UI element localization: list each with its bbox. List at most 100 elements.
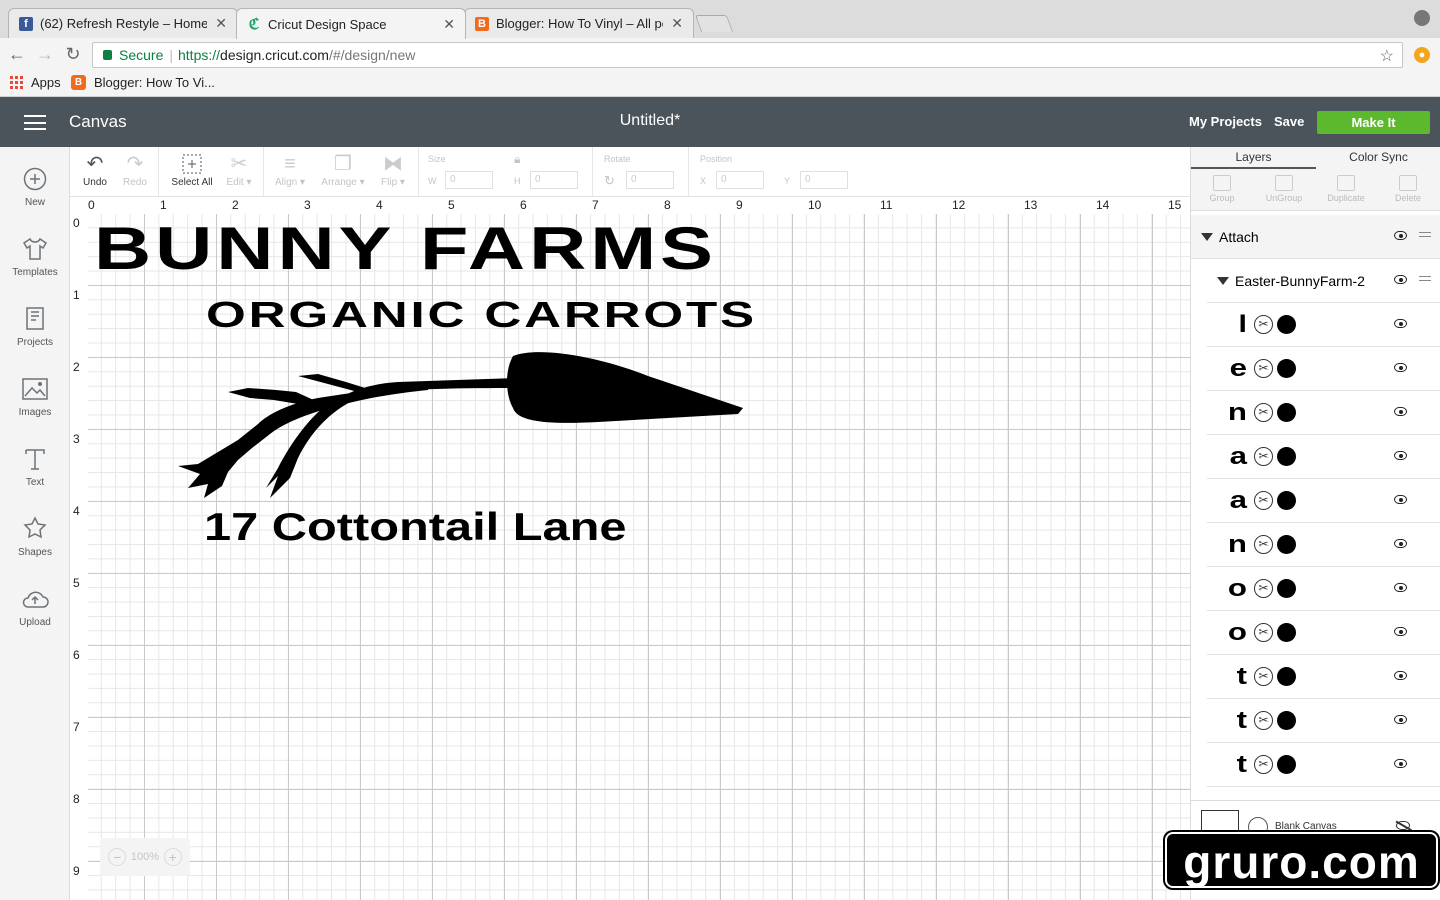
cut-operation-icon[interactable]: ✂ (1254, 579, 1273, 598)
rotate-input[interactable]: 0 (626, 171, 674, 189)
layer-color-swatch[interactable] (1277, 447, 1296, 466)
duplicate-button[interactable]: Duplicate (1315, 175, 1377, 203)
make-it-button[interactable]: Make It (1317, 111, 1430, 134)
flip-menu[interactable]: ⧓ Flip ▾ (376, 151, 410, 188)
design-text-organic-carrots[interactable]: ORGANIC CARROTS (206, 294, 757, 336)
layer-color-swatch[interactable] (1277, 623, 1296, 642)
forward-arrow-icon[interactable]: → (34, 44, 56, 65)
extension-icon[interactable]: ● (1414, 47, 1430, 63)
y-position-input[interactable]: 0 (800, 171, 848, 189)
close-tab-icon[interactable]: ✕ (215, 15, 227, 32)
my-projects-link[interactable]: My Projects (1189, 114, 1262, 129)
layer-row[interactable]: t ✂ (1207, 699, 1440, 743)
visibility-eye-icon[interactable] (1394, 583, 1407, 592)
group-button[interactable]: Group (1191, 175, 1253, 203)
sidebar-item-text[interactable]: Text (0, 445, 70, 488)
design-canvas[interactable]: BUNNY FARMS ORGANIC CARROTS 17 Cottontai… (88, 214, 1190, 900)
collapse-triangle-icon[interactable] (1201, 232, 1213, 241)
visibility-eye-icon[interactable] (1394, 363, 1407, 372)
height-input[interactable]: 0 (530, 171, 578, 189)
visibility-eye-icon[interactable] (1394, 539, 1407, 548)
document-title[interactable]: Untitled* (0, 112, 1300, 130)
sidebar-item-projects[interactable]: Projects (0, 305, 70, 348)
visibility-eye-icon[interactable] (1394, 671, 1407, 680)
cut-operation-icon[interactable]: ✂ (1254, 491, 1273, 510)
layer-row[interactable]: l ✂ (1207, 303, 1440, 347)
visibility-eye-icon[interactable] (1394, 319, 1407, 328)
layer-color-swatch[interactable] (1277, 667, 1296, 686)
browser-tab-blogger[interactable]: B Blogger: How To Vinyl – All po ✕ (464, 8, 694, 38)
visibility-eye-icon[interactable] (1394, 715, 1407, 724)
cut-operation-icon[interactable]: ✂ (1254, 535, 1273, 554)
sidebar-item-upload[interactable]: Upload (0, 585, 70, 628)
bookmark-apps[interactable]: Apps (10, 75, 61, 90)
cut-operation-icon[interactable]: ✂ (1254, 315, 1273, 334)
zoom-out-button[interactable]: − (108, 848, 127, 866)
save-link[interactable]: Save (1274, 114, 1304, 129)
align-menu[interactable]: ≡ Align ▾ (272, 151, 308, 188)
visibility-eye-icon[interactable] (1394, 407, 1407, 416)
ungroup-button[interactable]: UnGroup (1253, 175, 1315, 203)
redo-button[interactable]: ↷ Redo (122, 151, 148, 188)
layer-row[interactable]: o ✂ (1207, 611, 1440, 655)
lock-aspect-icon[interactable]: 🔒︎ (514, 152, 520, 167)
layer-color-swatch[interactable] (1277, 579, 1296, 598)
design-text-bunny-farms[interactable]: BUNNY FARMS (94, 214, 717, 283)
new-tab-button[interactable] (694, 15, 734, 32)
subgroup-row[interactable]: Easter-BunnyFarm-2 (1207, 259, 1440, 303)
layer-color-swatch[interactable] (1277, 535, 1296, 554)
layer-row[interactable]: o ✂ (1207, 567, 1440, 611)
drag-handle-icon[interactable] (1419, 232, 1431, 237)
bookmark-star-icon[interactable]: ☆ (1380, 46, 1394, 66)
layer-row[interactable]: n ✂ (1207, 391, 1440, 435)
browser-tab-cricut[interactable]: ℭ Cricut Design Space ✕ (236, 8, 466, 39)
cut-operation-icon[interactable]: ✂ (1254, 359, 1273, 378)
sidebar-item-templates[interactable]: Templates (0, 235, 70, 278)
layer-color-swatch[interactable] (1277, 491, 1296, 510)
reload-icon[interactable]: ↻ (62, 44, 84, 65)
cut-operation-icon[interactable]: ✂ (1254, 755, 1273, 774)
visibility-eye-icon[interactable] (1394, 495, 1407, 504)
layer-row[interactable]: n ✂ (1207, 523, 1440, 567)
x-position-input[interactable]: 0 (716, 171, 764, 189)
tab-layers[interactable]: Layers (1191, 150, 1316, 169)
cut-operation-icon[interactable]: ✂ (1254, 623, 1273, 642)
close-tab-icon[interactable]: ✕ (443, 16, 455, 33)
width-input[interactable]: 0 (445, 171, 493, 189)
layer-color-swatch[interactable] (1277, 755, 1296, 774)
carrot-image[interactable] (178, 348, 748, 508)
attach-group-row[interactable]: Attach (1191, 215, 1440, 259)
visibility-eye-icon[interactable] (1394, 231, 1407, 240)
close-tab-icon[interactable]: ✕ (671, 15, 683, 32)
layer-color-swatch[interactable] (1277, 315, 1296, 334)
back-arrow-icon[interactable]: ← (6, 44, 28, 65)
layer-row[interactable]: a ✂ (1207, 435, 1440, 479)
layer-row[interactable]: t ✂ (1207, 743, 1440, 787)
sidebar-item-shapes[interactable]: Shapes (0, 515, 70, 558)
visibility-eye-icon[interactable] (1394, 759, 1407, 768)
zoom-in-button[interactable]: + (163, 848, 182, 866)
browser-tab-facebook[interactable]: f (62) Refresh Restyle – Home ✕ (8, 8, 238, 38)
delete-button[interactable]: Delete (1377, 175, 1439, 203)
hidden-eye-icon[interactable] (1396, 821, 1410, 830)
visibility-eye-icon[interactable] (1394, 451, 1407, 460)
url-bar[interactable]: Secure | https:// design.cricut.com /#/d… (92, 42, 1403, 68)
cut-operation-icon[interactable]: ✂ (1254, 667, 1273, 686)
bookmark-blogger[interactable]: B Blogger: How To Vi... (71, 75, 215, 90)
collapse-triangle-icon[interactable] (1217, 276, 1229, 285)
cut-operation-icon[interactable]: ✂ (1254, 711, 1273, 730)
edit-menu[interactable]: ✂ Edit ▾ (222, 151, 256, 188)
layer-row[interactable]: a ✂ (1207, 479, 1440, 523)
sidebar-item-images[interactable]: Images (0, 375, 70, 418)
tab-color-sync[interactable]: Color Sync (1316, 150, 1440, 164)
arrange-menu[interactable]: ❐ Arrange ▾ (318, 151, 368, 188)
visibility-eye-icon[interactable] (1394, 275, 1407, 284)
layer-row[interactable]: e ✂ (1207, 347, 1440, 391)
design-text-address[interactable]: 17 Cottontail Lane (204, 506, 627, 550)
profile-icon[interactable] (1414, 10, 1430, 26)
cut-operation-icon[interactable]: ✂ (1254, 447, 1273, 466)
visibility-eye-icon[interactable] (1394, 627, 1407, 636)
sidebar-item-new[interactable]: New (0, 165, 70, 208)
layer-color-swatch[interactable] (1277, 403, 1296, 422)
cut-operation-icon[interactable]: ✂ (1254, 403, 1273, 422)
